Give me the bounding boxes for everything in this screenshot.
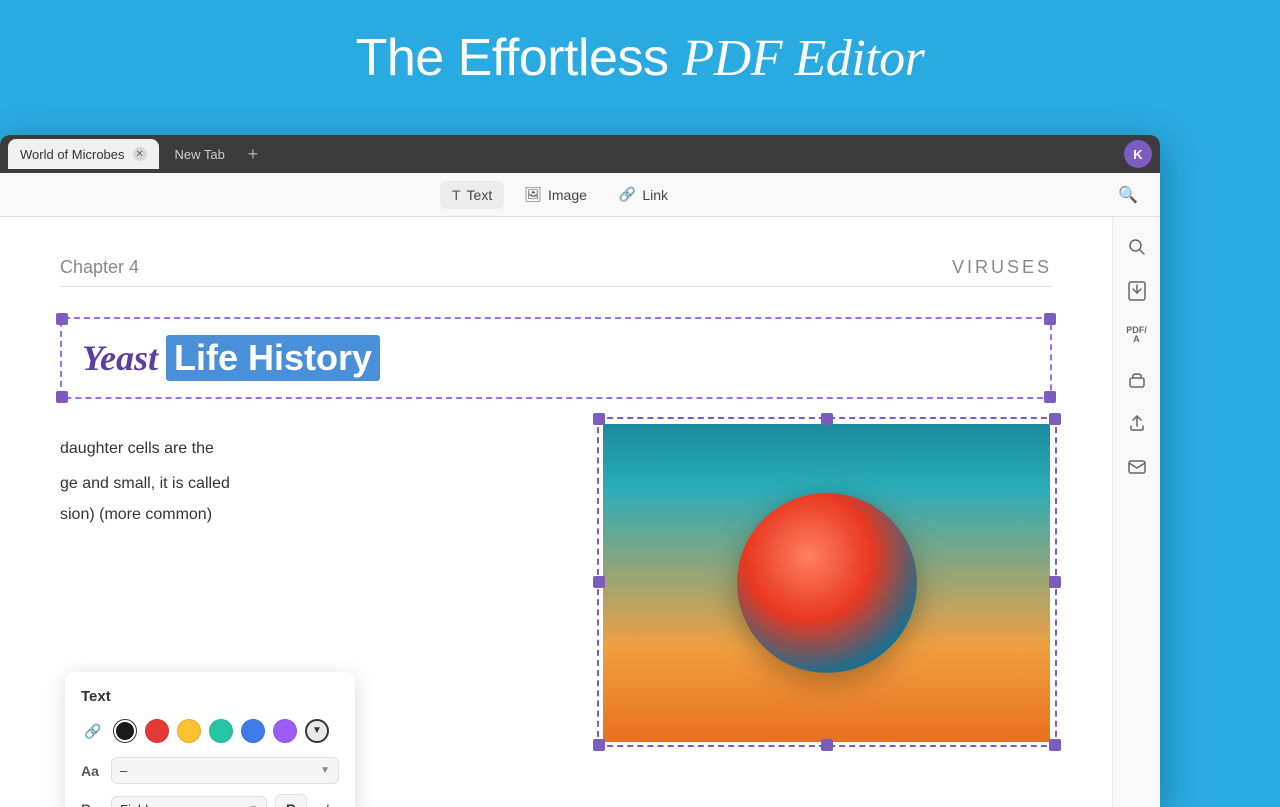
color-swatch-teal[interactable]: [209, 719, 233, 743]
image-selection-overlay[interactable]: [597, 417, 1057, 747]
image-handle-tm[interactable]: [821, 413, 833, 425]
tab-world-of-microbes[interactable]: World of Microbes ✕: [8, 139, 159, 169]
text-formatting-popup: Text 🔗 ▼ Aa: [65, 672, 355, 807]
image-handle-ml[interactable]: [593, 576, 605, 588]
text-selection-container[interactable]: Yeast Life History: [60, 317, 1052, 399]
color-swatch-custom[interactable]: ▼: [305, 719, 329, 743]
font-arrow: ▼: [320, 765, 330, 776]
image-handle-br[interactable]: [1049, 739, 1061, 751]
tab-close-button[interactable]: ✕: [133, 147, 147, 161]
app-title: The Effortless PDF Editor: [0, 28, 1280, 88]
sidebar-share-icon[interactable]: [1119, 405, 1155, 441]
handle-bottom-right[interactable]: [1044, 391, 1056, 403]
link-icon: 🔗: [619, 186, 636, 203]
chapter-label: Chapter 4: [60, 257, 139, 278]
color-swatch-blue[interactable]: [241, 719, 265, 743]
tab-label-inactive: New Tab: [175, 147, 225, 162]
field-arrow: ▼: [248, 804, 258, 807]
browser-window: World of Microbes ✕ New Tab + K T Text 🖼…: [0, 135, 1160, 807]
image-handle-bm[interactable]: [821, 739, 833, 751]
font-select[interactable]: – ▼: [111, 757, 339, 784]
heading-highlighted: Life History: [166, 335, 380, 381]
font-row: Aa – ▼: [81, 757, 339, 784]
text-icon: T: [452, 187, 461, 203]
color-swatch-red[interactable]: [145, 719, 169, 743]
toolbar: T Text 🖼 Image 🔗 Link 🔍: [0, 173, 1160, 217]
color-swatch-black[interactable]: [113, 719, 137, 743]
sidebar-email-icon[interactable]: [1119, 449, 1155, 485]
bold-button[interactable]: B: [275, 794, 307, 807]
font-icon-label: Aa: [81, 763, 103, 779]
toolbar-link[interactable]: 🔗 Link: [607, 180, 680, 209]
color-swatch-purple[interactable]: [273, 719, 297, 743]
italic-icon: I: [325, 801, 329, 807]
image-handle-tr[interactable]: [1049, 413, 1061, 425]
heading-text: Yeast Life History: [82, 335, 380, 381]
handle-bottom-left[interactable]: [56, 391, 68, 403]
toolbar-text-label: Text: [467, 187, 493, 203]
toolbar-image[interactable]: 🖼 Image: [512, 180, 599, 209]
tab-label-active: World of Microbes: [20, 147, 125, 162]
image-handle-bl[interactable]: [593, 739, 605, 751]
italic-button[interactable]: I: [315, 794, 339, 807]
title-regular: The Effortless: [356, 29, 683, 87]
title-cursive: PDF Editor: [682, 30, 924, 87]
app-header: The Effortless PDF Editor: [0, 0, 1280, 108]
field-value: Field: [120, 802, 148, 807]
new-tab-button[interactable]: +: [241, 142, 265, 166]
pdf-area: Chapter 4 VIRUSES Yeast Life History dau…: [0, 217, 1112, 807]
toolbar-link-label: Link: [642, 187, 668, 203]
search-button[interactable]: 🔍: [1112, 179, 1144, 211]
color-row: 🔗 ▼: [81, 719, 339, 743]
main-content: Chapter 4 VIRUSES Yeast Life History dau…: [0, 217, 1160, 807]
sidebar-lock-icon[interactable]: [1119, 361, 1155, 397]
image-handle-tl[interactable]: [593, 413, 605, 425]
handle-top-left[interactable]: [56, 313, 68, 325]
image-icon: 🖼: [524, 186, 542, 203]
popup-title: Text: [81, 688, 339, 705]
toolbar-text[interactable]: T Text: [440, 181, 504, 209]
sidebar-pdfa-icon[interactable]: PDF/A: [1119, 317, 1155, 353]
user-avatar[interactable]: K: [1124, 140, 1152, 168]
bold-italic-row: B Field ▼ B I: [81, 794, 339, 807]
right-sidebar: PDF/A: [1112, 217, 1160, 807]
handle-top-right[interactable]: [1044, 313, 1056, 325]
toolbar-image-label: Image: [548, 187, 587, 203]
page-header: Chapter 4 VIRUSES: [60, 257, 1052, 287]
tab-bar: World of Microbes ✕ New Tab + K: [0, 135, 1160, 173]
image-handle-mr[interactable]: [1049, 576, 1061, 588]
font-dash: –: [120, 763, 127, 778]
color-link-icon[interactable]: 🔗: [81, 719, 105, 743]
tab-new-tab[interactable]: New Tab: [163, 139, 237, 169]
pdfa-label: PDF/A: [1126, 326, 1147, 344]
heading-yeast: Yeast: [82, 337, 158, 379]
sidebar-search-icon[interactable]: [1119, 229, 1155, 265]
color-swatch-yellow[interactable]: [177, 719, 201, 743]
bold-label: B: [81, 801, 103, 807]
sidebar-download-icon[interactable]: [1119, 273, 1155, 309]
bold-icon: B: [286, 801, 296, 807]
viruses-label: VIRUSES: [952, 257, 1052, 278]
field-select[interactable]: Field ▼: [111, 796, 267, 807]
